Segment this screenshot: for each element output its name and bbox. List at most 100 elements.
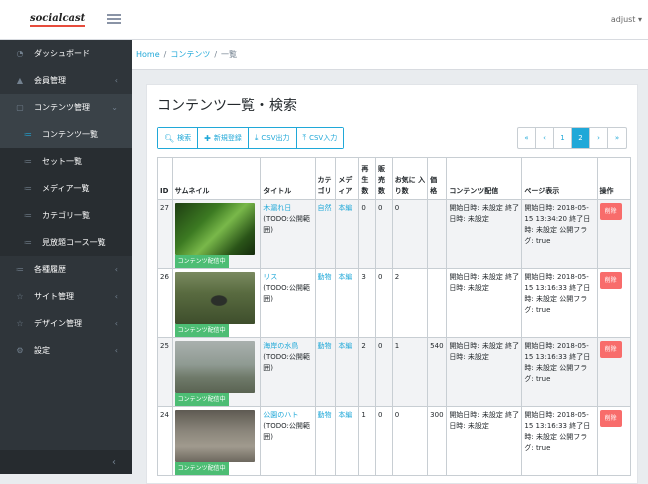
- sidebar-item-category-list[interactable]: ≔ カテゴリ一覧: [0, 202, 132, 229]
- search-button[interactable]: 🔍︎ 検索: [158, 128, 199, 148]
- delete-button[interactable]: 削除: [599, 410, 622, 427]
- page-title: コンテンツ一覧・検索: [157, 98, 297, 114]
- title-link[interactable]: 海岸の水鳥: [263, 342, 298, 350]
- title-link[interactable]: 木漏れ日: [263, 204, 291, 212]
- csv-export-button[interactable]: ⤓ CSV出力: [248, 128, 297, 148]
- page-prev[interactable]: ‹: [536, 128, 554, 148]
- sidebar-item-course-list[interactable]: ≔ 見放題コース一覧: [0, 229, 132, 256]
- pagination: « ‹ 1 2 › »: [517, 127, 627, 149]
- cell-thumbnail: コンテンツ配信中: [171, 337, 262, 407]
- page-first[interactable]: «: [518, 128, 536, 148]
- title-link[interactable]: リス: [263, 273, 277, 281]
- sidebar-item-label: セット一覧: [42, 157, 82, 166]
- list-icon: ≔: [24, 238, 32, 247]
- breadcrumb-contents[interactable]: コンテンツ: [170, 49, 210, 60]
- chevron-left-icon: ‹: [114, 346, 118, 355]
- cell-delivery: 開始日時: 未設定 終了日時: 未設定: [446, 337, 523, 407]
- sidebar-item-dashboard[interactable]: ◔ ダッシュボード: [0, 40, 132, 67]
- col-plays: 再 生 数: [358, 157, 376, 200]
- category-link[interactable]: 動物: [318, 411, 332, 419]
- cell-title: 公園のハト (TODO:公開範囲): [260, 406, 316, 476]
- table-row: 24 コンテンツ配信中 公園のハト (TODO:公開範囲) 動物 本編 1 0 0…: [157, 406, 632, 476]
- col-price: 価 格: [427, 157, 448, 200]
- media-link[interactable]: 本編: [338, 342, 352, 350]
- sidebar-item-history[interactable]: ≔ 各種履歴 ‹: [0, 256, 132, 283]
- delete-button[interactable]: 削除: [599, 203, 622, 220]
- cell-thumbnail: コンテンツ配信中: [171, 406, 262, 476]
- category-link[interactable]: 自然: [318, 204, 332, 212]
- sidebar-item-contents[interactable]: ▢ コンテンツ管理 ⌄: [0, 94, 132, 121]
- title-link[interactable]: 公園のハト: [263, 411, 298, 419]
- download-icon: ⤓: [254, 133, 259, 142]
- sidebar-item-label: メディア一覧: [42, 184, 90, 193]
- cell-operations: 削除: [596, 337, 632, 407]
- cell-page-display: 開始日時: 2018-05-15 13:16:33 終了日時: 未設定 公開フラ…: [521, 268, 598, 338]
- sidebar-item-set-list[interactable]: ≔ セット一覧: [0, 148, 132, 175]
- cell-favorites: 0: [391, 406, 429, 476]
- contents-icon: ▢: [16, 103, 24, 112]
- sidebar-item-label: 各種履歴: [34, 265, 66, 274]
- sidebar-item-settings[interactable]: ⚙ 設定 ‹: [0, 337, 132, 364]
- status-badge: コンテンツ配信中: [174, 462, 229, 475]
- cell-sales: 0: [375, 268, 393, 338]
- speedometer-icon: ◔: [16, 49, 24, 58]
- media-link[interactable]: 本編: [338, 204, 352, 212]
- page-1[interactable]: 1: [554, 128, 572, 148]
- category-link[interactable]: 動物: [318, 273, 332, 281]
- cell-plays: 1: [358, 406, 376, 476]
- cell-operations: 削除: [596, 268, 632, 338]
- cell-operations: 削除: [596, 199, 632, 269]
- delete-button[interactable]: 削除: [599, 341, 622, 358]
- sidebar-toggle-icon[interactable]: [107, 14, 121, 24]
- status-badge: コンテンツ配信中: [174, 324, 229, 337]
- list-icon: ≔: [24, 211, 32, 220]
- new-button[interactable]: ✚ 新規登録: [198, 128, 249, 148]
- col-media: メデ ィア: [335, 157, 360, 200]
- media-link[interactable]: 本編: [338, 273, 352, 281]
- col-id: ID: [157, 157, 173, 200]
- sidebar-item-label: デザイン管理: [34, 319, 82, 328]
- sidebar-minimizer[interactable]: ‹: [0, 450, 132, 474]
- table-row: 25 コンテンツ配信中 海岸の水鳥 (TODO:公開範囲) 動物 本編 2 0 1…: [157, 337, 632, 407]
- page-next[interactable]: ›: [590, 128, 608, 148]
- page-last[interactable]: »: [608, 128, 626, 148]
- cell-favorites: 2: [391, 268, 429, 338]
- breadcrumb-home[interactable]: Home: [136, 50, 160, 59]
- cell-id: 26: [157, 268, 173, 338]
- breadcrumb: Home / コンテンツ / 一覧: [132, 40, 648, 70]
- list-icon: ≔: [24, 184, 32, 193]
- csv-import-button[interactable]: ⤒ CSV入力: [296, 128, 344, 148]
- content-card: コンテンツ一覧・検索 🔍︎ 検索 ✚ 新規登録 ⤓ CSV出力 ⤒ CSV入力 « ‹ …: [146, 84, 638, 484]
- cell-page-display: 開始日時: 2018-05-15 13:16:33 終了日時: 未設定 公開フラ…: [521, 406, 598, 476]
- list-icon: ≔: [24, 157, 32, 166]
- col-delivery: コンテンツ配信: [446, 157, 523, 200]
- cell-delivery: 開始日時: 未設定 終了日時: 未設定: [446, 406, 523, 476]
- thumbnail-image[interactable]: [174, 272, 255, 324]
- sidebar-item-content-list[interactable]: ≔ コンテンツ一覧: [0, 121, 132, 148]
- sidebar-item-design[interactable]: ☆ デザイン管理 ‹: [0, 310, 132, 337]
- cell-price: 540: [427, 337, 448, 407]
- cell-media: 本編: [335, 406, 360, 476]
- media-link[interactable]: 本編: [338, 411, 352, 419]
- delete-button[interactable]: 削除: [599, 272, 622, 289]
- category-link[interactable]: 動物: [318, 342, 332, 350]
- cell-operations: 削除: [596, 406, 632, 476]
- sidebar-item-label: サイト管理: [34, 292, 74, 301]
- cell-category: 動物: [314, 406, 337, 476]
- chevron-left-icon: ‹: [112, 456, 116, 468]
- page-2[interactable]: 2: [572, 128, 590, 148]
- status-badge: コンテンツ配信中: [174, 393, 229, 406]
- col-page-display: ページ表示: [521, 157, 598, 200]
- user-menu[interactable]: adjust ▾: [611, 15, 642, 24]
- sidebar-item-members[interactable]: ▲ 会員管理 ‹: [0, 67, 132, 94]
- cell-plays: 2: [358, 337, 376, 407]
- cell-title: リス (TODO:公開範囲): [260, 268, 316, 338]
- star-icon: ☆: [16, 292, 24, 301]
- thumbnail-image[interactable]: [174, 203, 255, 255]
- thumbnail-image[interactable]: [174, 410, 255, 462]
- cell-page-display: 開始日時: 2018-05-15 13:34:20 終了日時: 未設定 公開フラ…: [521, 199, 598, 269]
- sidebar-item-media-list[interactable]: ≔ メディア一覧: [0, 175, 132, 202]
- thumbnail-image[interactable]: [174, 341, 255, 393]
- table-row: 27 コンテンツ配信中 木漏れ日 (TODO:公開範囲) 自然 本編 0 0 0 …: [157, 199, 632, 269]
- sidebar-item-site[interactable]: ☆ サイト管理 ‹: [0, 283, 132, 310]
